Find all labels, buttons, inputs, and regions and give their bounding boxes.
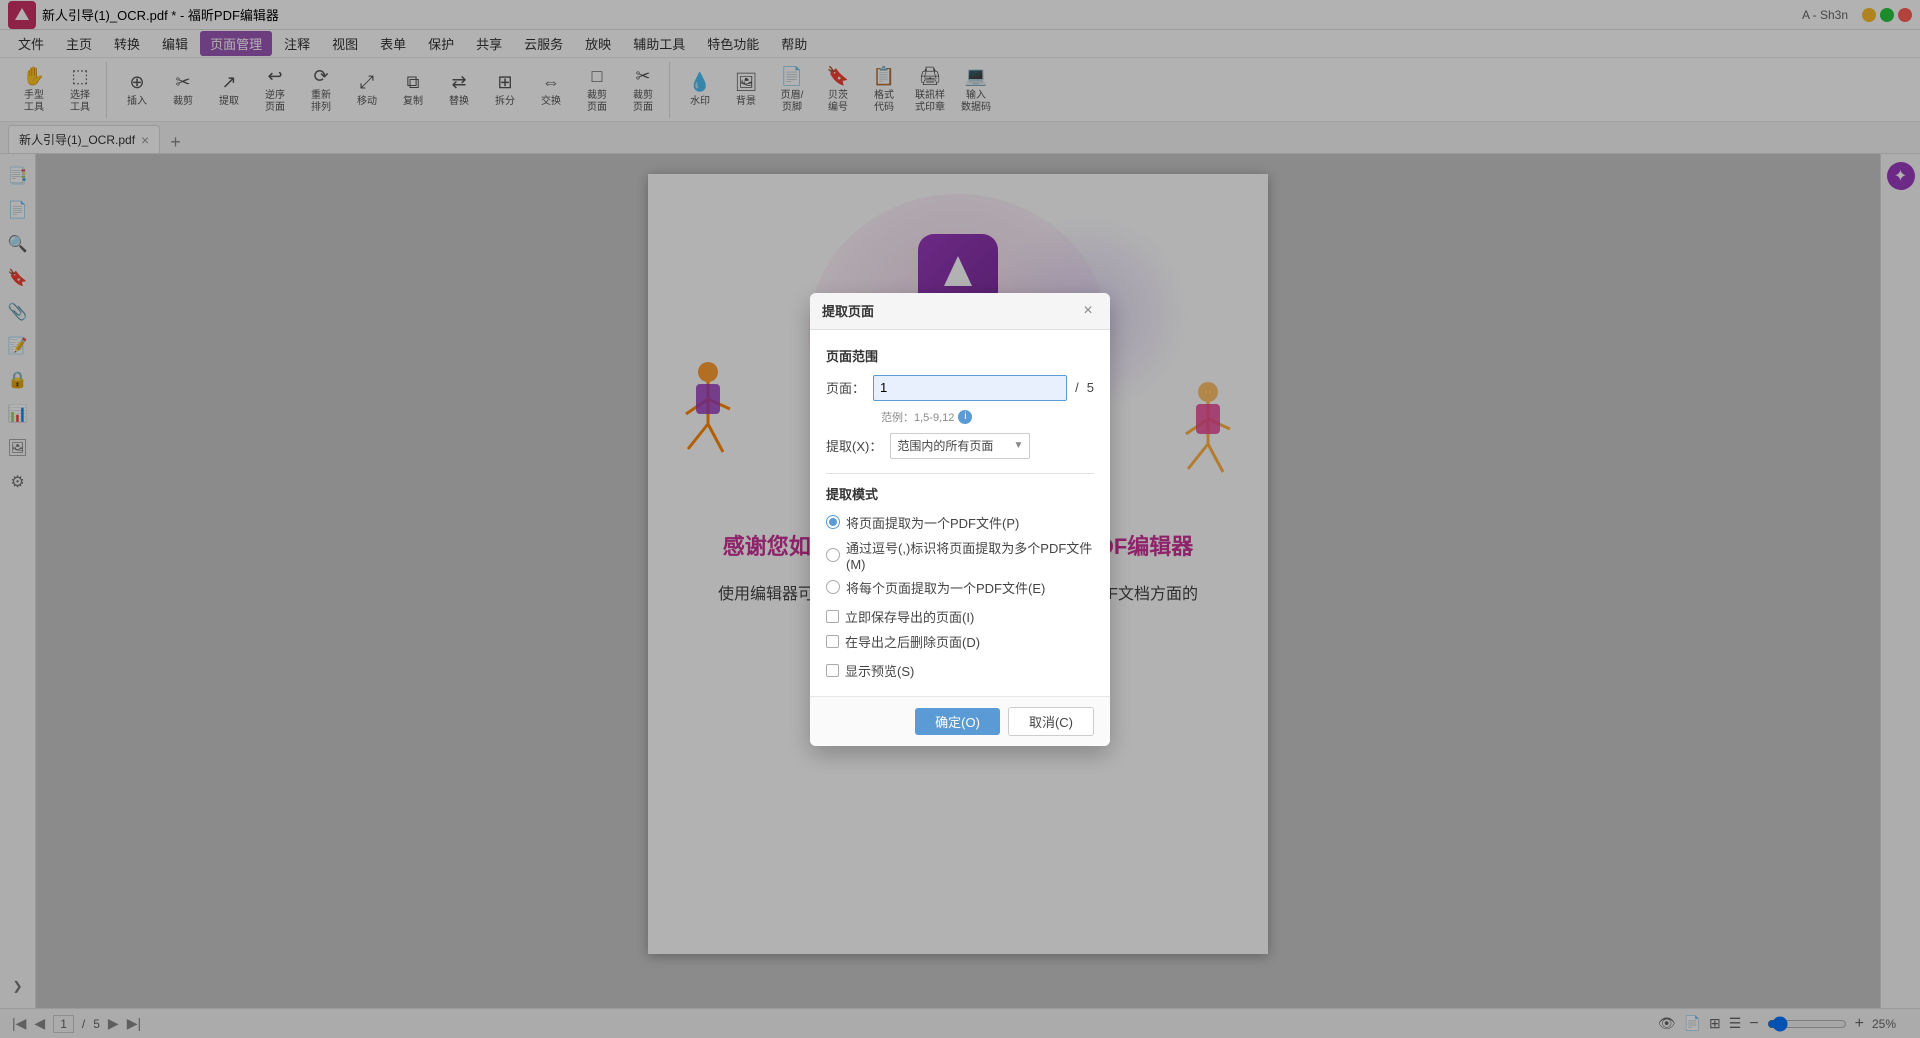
- total-page-count: 5: [1087, 380, 1094, 395]
- section-page-range-title: 页面范围: [826, 346, 1094, 365]
- dialog-close-button[interactable]: ×: [1078, 301, 1098, 321]
- checkbox-save-immediately[interactable]: 立即保存导出的页面(I): [826, 607, 1094, 626]
- radio-item-multi[interactable]: 通过逗号(,)标识将页面提取为多个PDF文件(M): [826, 538, 1094, 572]
- radio-label-multi: 通过逗号(,)标识将页面提取为多个PDF文件(M): [846, 538, 1094, 572]
- dialog-body: 页面范围 页面： / 5 范例：1,5-9,12 i 提取(X)： 范围内的所有…: [810, 330, 1110, 696]
- checkbox-label-delete: 在导出之后删除页面(D): [845, 632, 980, 651]
- extract-pages-dialog: 提取页面 × 页面范围 页面： / 5 范例：1,5-9,12 i 提取(X)：…: [810, 293, 1110, 746]
- checkbox-show-preview[interactable]: 显示预览(S): [826, 661, 1094, 680]
- page-label: 页面：: [826, 378, 865, 397]
- dialog-title: 提取页面: [822, 301, 874, 320]
- cancel-button[interactable]: 取消(C): [1008, 707, 1094, 736]
- radio-circle-each: [826, 580, 840, 594]
- radio-item-each[interactable]: 将每个页面提取为一个PDF文件(E): [826, 578, 1094, 597]
- section-extract-mode-title: 提取模式: [826, 484, 1094, 503]
- radio-circle-multi: [826, 548, 840, 562]
- modal-overlay: 提取页面 × 页面范围 页面： / 5 范例：1,5-9,12 i 提取(X)：…: [0, 0, 1920, 1038]
- dialog-footer: 确定(O) 取消(C): [810, 696, 1110, 746]
- hint-text: 范例：1,5-9,12: [881, 409, 954, 425]
- checkbox-label-save: 立即保存导出的页面(I): [845, 607, 974, 626]
- extract-select-row: 提取(X)： 范围内的所有页面 ▼: [826, 433, 1094, 459]
- checkbox-box-delete: [826, 635, 839, 648]
- checkbox-delete-after[interactable]: 在导出之后删除页面(D): [826, 632, 1094, 651]
- radio-label-each: 将每个页面提取为一个PDF文件(E): [846, 578, 1045, 597]
- info-icon[interactable]: i: [958, 410, 972, 424]
- checkbox-group-options: 立即保存导出的页面(I) 在导出之后删除页面(D): [826, 607, 1094, 651]
- dialog-title-bar: 提取页面 ×: [810, 293, 1110, 330]
- checkbox-label-preview: 显示预览(S): [845, 661, 914, 680]
- page-slash: /: [1075, 380, 1079, 395]
- checkbox-box-save: [826, 610, 839, 623]
- radio-group-extract-mode: 将页面提取为一个PDF文件(P) 通过逗号(,)标识将页面提取为多个PDF文件(…: [826, 513, 1094, 597]
- page-input-row: 页面： / 5: [826, 375, 1094, 401]
- chevron-down-icon: ▼: [1013, 440, 1023, 451]
- divider: [826, 473, 1094, 474]
- extract-label: 提取(X)：: [826, 436, 882, 455]
- extract-selected-option: 范围内的所有页面: [897, 437, 993, 454]
- radio-circle-single: [826, 515, 840, 529]
- page-range-input[interactable]: [873, 375, 1067, 401]
- checkbox-box-preview: [826, 664, 839, 677]
- extract-dropdown[interactable]: 范围内的所有页面 ▼: [890, 433, 1030, 459]
- page-hint-row: 范例：1,5-9,12 i: [881, 409, 1094, 425]
- radio-label-single: 将页面提取为一个PDF文件(P): [846, 513, 1019, 532]
- radio-item-single[interactable]: 将页面提取为一个PDF文件(P): [826, 513, 1094, 532]
- confirm-button[interactable]: 确定(O): [915, 708, 1000, 735]
